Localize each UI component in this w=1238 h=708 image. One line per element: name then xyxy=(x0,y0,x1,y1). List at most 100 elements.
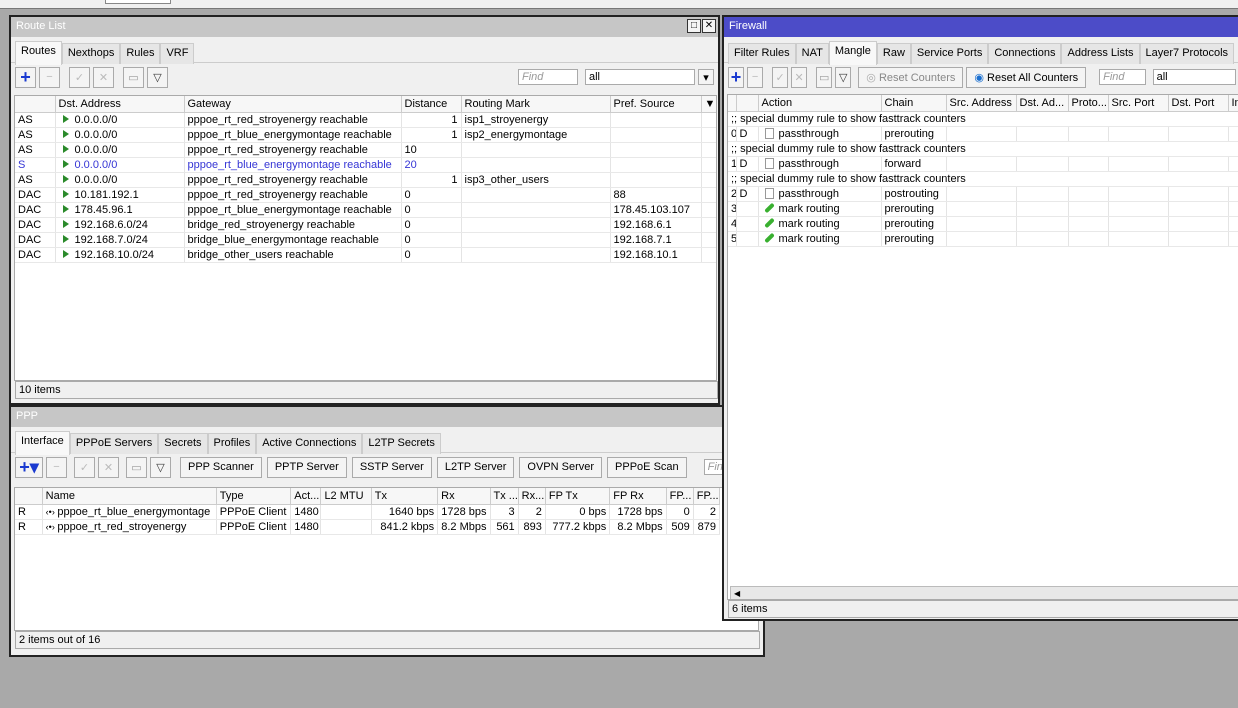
tab-vrf[interactable]: VRF xyxy=(160,43,195,64)
firewall-title-bar[interactable]: Firewall xyxy=(724,17,1238,37)
table-row[interactable]: DAC 192.168.6.0/24 bridge_red_stroyenergy … xyxy=(15,217,716,233)
ppp-title-bar[interactable]: PPP xyxy=(11,407,763,427)
table-row[interactable]: AS 0.0.0.0/0 pppoe_rt_blue_energymontage r… xyxy=(15,127,716,143)
column-header[interactable]: Name xyxy=(42,488,217,505)
table-row[interactable]: DAC 192.168.7.0/24 bridge_blue_energymonta… xyxy=(15,232,716,248)
column-header[interactable]: Act... xyxy=(290,488,322,505)
filter-icon[interactable]: ▽ xyxy=(147,66,168,88)
column-header[interactable]: Tx xyxy=(371,488,439,505)
comment-icon[interactable]: ▭ xyxy=(123,66,144,88)
close-button[interactable]: ✕ xyxy=(702,19,716,33)
tab-rules[interactable]: Rules xyxy=(120,43,161,64)
table-row[interactable]: ;; special dummy rule to show fasttrack … xyxy=(728,111,1238,127)
column-header[interactable] xyxy=(15,96,56,113)
find-input[interactable]: Find xyxy=(518,69,578,85)
remove-icon[interactable]: − xyxy=(747,66,764,88)
column-header[interactable]: Tx ... xyxy=(490,488,519,505)
column-chooser-icon[interactable]: ▼ xyxy=(701,96,716,113)
column-header[interactable]: Chain xyxy=(881,95,947,112)
column-header[interactable]: FP... xyxy=(666,488,694,505)
table-row[interactable]: ;; special dummy rule to show fasttrack … xyxy=(728,171,1238,187)
filter-icon[interactable]: ▽ xyxy=(150,456,171,478)
comment-icon[interactable]: ▭ xyxy=(816,66,833,88)
column-header[interactable]: Dst. Address xyxy=(55,96,185,113)
disable-icon[interactable]: ✕ xyxy=(93,66,114,88)
remove-icon[interactable]: − xyxy=(46,456,67,478)
table-row[interactable]: AS 0.0.0.0/0 pppoe_rt_red_stroyenergy reac… xyxy=(15,172,716,188)
column-header[interactable]: Gateway xyxy=(184,96,402,113)
comment-icon[interactable]: ▭ xyxy=(126,456,147,478)
l2tp-server-button[interactable]: L2TP Server xyxy=(436,456,515,478)
tab-interface[interactable]: Interface xyxy=(15,431,70,455)
route-list-title-bar[interactable]: Route List □ ✕ xyxy=(11,17,718,37)
column-header[interactable]: Action xyxy=(758,95,882,112)
column-header[interactable] xyxy=(728,95,737,112)
table-row[interactable]: DAC 192.168.10.0/24 bridge_other_users rea… xyxy=(15,247,716,263)
disable-icon[interactable]: ✕ xyxy=(791,66,808,88)
reset-all-counters-button[interactable]: ◉ Reset All Counters xyxy=(966,66,1087,88)
column-header[interactable]: Routing Mark xyxy=(461,96,611,113)
column-header[interactable] xyxy=(736,95,759,112)
enable-icon[interactable]: ✓ xyxy=(74,456,95,478)
tab-layer7-protocols[interactable]: Layer7 Protocols xyxy=(1139,43,1235,64)
column-header[interactable]: Src. Address xyxy=(946,95,1017,112)
column-header[interactable]: FP Rx xyxy=(609,488,667,505)
tab-nexthops[interactable]: Nexthops xyxy=(61,43,121,64)
tab-nat[interactable]: NAT xyxy=(795,43,829,64)
table-row[interactable]: 3 mark routing prerouting xyxy=(728,201,1238,217)
tab-l2tp-secrets[interactable]: L2TP Secrets xyxy=(362,433,441,454)
horizontal-scrollbar[interactable]: ◀ xyxy=(730,586,1238,599)
column-header[interactable] xyxy=(15,488,43,505)
dropdown-icon[interactable]: ▾ xyxy=(698,69,714,85)
table-row[interactable]: 1Dpassthrough forward xyxy=(728,156,1238,172)
ppp-scanner-button[interactable]: PPP Scanner xyxy=(180,456,262,478)
tab-raw[interactable]: Raw xyxy=(876,43,911,64)
tab-pppoe-servers[interactable]: PPPoE Servers xyxy=(69,433,159,454)
table-row[interactable]: AS 0.0.0.0/0 pppoe_rt_red_stroyenergy reac… xyxy=(15,112,716,128)
find-input[interactable]: Find xyxy=(1099,69,1146,85)
column-header[interactable]: Proto... xyxy=(1068,95,1109,112)
filter-icon[interactable]: ▽ xyxy=(835,66,852,88)
table-row[interactable]: R ‹•› pppoe_rt_red_stroyenergy PPPoE Clien… xyxy=(15,519,721,535)
table-row[interactable]: 4 mark routing prerouting xyxy=(728,216,1238,232)
table-row[interactable]: ;; special dummy rule to show fasttrack … xyxy=(728,141,1238,157)
filter-select[interactable]: all xyxy=(585,69,695,85)
enable-icon[interactable]: ✓ xyxy=(772,66,789,88)
enable-icon[interactable]: ✓ xyxy=(69,66,90,88)
maximize-button[interactable]: □ xyxy=(687,19,701,33)
column-header[interactable]: L2 MTU xyxy=(320,488,372,505)
filter-select[interactable]: all xyxy=(1152,69,1236,85)
remove-icon[interactable]: − xyxy=(39,66,60,88)
table-row[interactable]: DAC 10.181.192.1 pppoe_rt_red_stroyenergy … xyxy=(15,187,716,203)
column-header[interactable]: Dst. Ad... xyxy=(1016,95,1069,112)
tab-profiles[interactable]: Profiles xyxy=(207,433,257,454)
column-header[interactable]: FP Tx xyxy=(545,488,611,505)
table-row[interactable]: DAC 178.45.96.1 pppoe_rt_blue_energymontag… xyxy=(15,202,716,218)
column-header[interactable]: FP... xyxy=(693,488,721,505)
pppoe-scan-button[interactable]: PPPoE Scan xyxy=(607,456,687,478)
table-row[interactable]: R ‹•› pppoe_rt_blue_energymontage PPPoE Cl… xyxy=(15,504,721,520)
pptp-server-button[interactable]: PPTP Server xyxy=(266,456,347,478)
add-icon[interactable]: + xyxy=(15,66,36,88)
table-row[interactable]: AS 0.0.0.0/0 pppoe_rt_red_stroyenergy reac… xyxy=(15,142,716,158)
add-icon[interactable]: + xyxy=(728,66,745,88)
table-row[interactable]: 0Dpassthrough prerouting xyxy=(728,126,1238,142)
column-header[interactable]: Type xyxy=(216,488,292,505)
column-header[interactable]: Rx xyxy=(437,488,491,505)
column-header[interactable]: Distance xyxy=(401,96,462,113)
tab-service-ports[interactable]: Service Ports xyxy=(910,43,989,64)
reset-counters-button[interactable]: ◎ Reset Counters xyxy=(858,66,964,88)
ovpn-server-button[interactable]: OVPN Server xyxy=(519,456,603,478)
table-row[interactable]: S 0.0.0.0/0 pppoe_rt_blue_energymontage re… xyxy=(15,157,716,173)
tab-filter-rules[interactable]: Filter Rules xyxy=(728,43,796,64)
tab-active-connections[interactable]: Active Connections xyxy=(256,433,363,454)
tab-mangle[interactable]: Mangle xyxy=(828,41,877,65)
tab-connections[interactable]: Connections xyxy=(988,43,1062,64)
sstp-server-button[interactable]: SSTP Server xyxy=(351,456,432,478)
scroll-left-icon[interactable]: ◀ xyxy=(731,589,740,598)
column-header[interactable]: Src. Port xyxy=(1108,95,1169,112)
add-dropdown-icon[interactable]: +▾ xyxy=(15,456,43,478)
disable-icon[interactable]: ✕ xyxy=(98,456,119,478)
table-row[interactable]: 2Dpassthrough postrouting xyxy=(728,186,1238,202)
tab-routes[interactable]: Routes xyxy=(15,41,62,65)
